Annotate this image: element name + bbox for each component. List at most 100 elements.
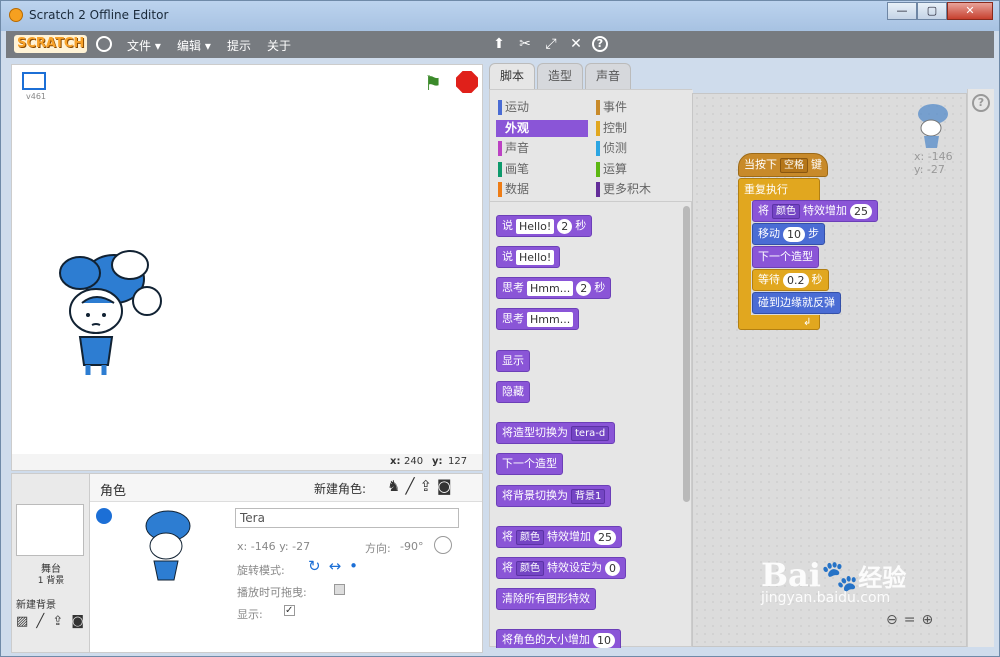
paw-icon: 🐾 (820, 559, 859, 594)
block-say[interactable]: 说 Hello! (496, 246, 561, 268)
block-clear-effects[interactable]: 清除所有图形特效 (496, 588, 596, 610)
menu-bar: SCRATCH 文件 ▾ 编辑 ▾ 提示 关于 ⬆ ✂ ⤢ ✕ ? (6, 31, 994, 58)
category-data[interactable]: 数据 (496, 181, 588, 198)
block-say-for-secs[interactable]: 说 Hello! 2 秒 (496, 215, 593, 237)
category-motion[interactable]: 运动 (496, 99, 588, 116)
help-icon[interactable]: ? (592, 36, 608, 52)
category-list: 运动 事件 外观 控制 声音 侦测 画笔 运算 数据 更多积木 (490, 90, 693, 202)
block-set-effect[interactable]: 将颜色 特效设定为 0 (496, 557, 626, 579)
stage-canvas[interactable] (12, 101, 482, 454)
block-next-costume[interactable]: 下一个造型 (496, 453, 563, 475)
sprite-info: Tera x: -146 y: -27 方向: -90° 旋转模式: ↻↔• 播… (90, 502, 482, 652)
category-events[interactable]: 事件 (594, 99, 686, 116)
category-more-blocks[interactable]: 更多积木 (594, 181, 686, 198)
script-change-effect[interactable]: 将颜色 特效增加 25 (752, 200, 878, 222)
minimize-button[interactable]: — (887, 2, 917, 20)
sprite-y-readout: y: -27 (914, 163, 945, 176)
tab-sounds[interactable]: 声音 (585, 63, 631, 89)
new-sprite-icons[interactable]: ♞╱⇪◙ (387, 477, 457, 495)
sprite-corner-thumbnail (918, 104, 948, 148)
script-bounce[interactable]: 碰到边缘就反弹 (752, 292, 841, 314)
new-backdrop-icons[interactable]: ▨ ╱ ⇪ ◙ (16, 614, 86, 629)
category-looks[interactable]: 外观 (496, 120, 588, 137)
zoom-controls[interactable]: ⊖=⊕ (886, 612, 939, 628)
direction-value: -90° (400, 540, 424, 553)
rotation-style-label: 旋转模式: (237, 564, 285, 577)
category-control[interactable]: 控制 (594, 120, 686, 137)
block-switch-backdrop[interactable]: 将背景切换为 背景1 (496, 485, 612, 507)
script-next-costume[interactable]: 下一个造型 (752, 246, 819, 268)
language-globe-icon[interactable] (96, 36, 112, 52)
sprite-thumbnail[interactable] (134, 506, 204, 592)
category-operators[interactable]: 运算 (594, 161, 686, 178)
sprite-panel: 舞台 1 背景 新建背景 ▨ ╱ ⇪ ◙ 角色 新建角色: ♞╱⇪◙ Tera … (11, 473, 483, 653)
delete-scissors-icon[interactable]: ✂ (516, 35, 534, 53)
version-label: v461 (26, 92, 47, 101)
block-show[interactable]: 显示 (496, 350, 530, 372)
back-arrow-icon[interactable] (96, 508, 112, 524)
stop-sign-icon[interactable] (456, 71, 478, 93)
app-window: Scratch 2 Offline Editor — ▢ ✕ SCRATCH 文… (0, 0, 1000, 657)
script-when-key-pressed[interactable]: 当按下 空格键 (738, 153, 828, 177)
scratch-cat-icon (9, 8, 23, 22)
window-title: Scratch 2 Offline Editor (29, 8, 169, 22)
help-strip: ? (967, 89, 994, 647)
duplicate-stamp-icon[interactable]: ⬆ (490, 35, 508, 53)
mouse-coordinates: x: 240 y: 127 (12, 454, 482, 470)
looks-blocks: 说 Hello! 2 秒 说 Hello! 思考 Hmm... 2 秒 思考 Hmm... 显示… (490, 203, 693, 648)
sprite-header: 角色 新建角色: ♞╱⇪◙ (90, 474, 482, 502)
new-backdrop-label: 新建背景 (16, 600, 56, 611)
draggable-checkbox[interactable] (334, 584, 345, 595)
shrink-icon[interactable]: ✕ (567, 35, 585, 53)
mouse-y: 127 (448, 456, 468, 467)
block-palette: 运动 事件 外观 控制 声音 侦测 画笔 运算 数据 更多积木 说 Hello! 2… (489, 89, 693, 648)
fullscreen-icon[interactable] (22, 72, 46, 90)
menu-file[interactable]: 文件 ▾ (127, 37, 161, 54)
category-sensing[interactable]: 侦测 (594, 140, 686, 157)
block-think-for-secs[interactable]: 思考 Hmm... 2 秒 (496, 277, 612, 299)
block-think[interactable]: 思考 Hmm... (496, 308, 580, 330)
editor-tabs: 脚本 造型 声音 (489, 63, 689, 91)
script-move-steps[interactable]: 移动 10 步 (752, 223, 825, 245)
stage-column: 舞台 1 背景 新建背景 ▨ ╱ ⇪ ◙ (12, 474, 90, 652)
script-wait[interactable]: 等待 0.2 秒 (752, 269, 829, 291)
tera-sprite[interactable] (52, 241, 172, 381)
close-button[interactable]: ✕ (947, 2, 993, 20)
draggable-label: 播放时可拖曳: (237, 586, 307, 599)
category-sound[interactable]: 声音 (496, 140, 588, 157)
scratch-logo[interactable]: SCRATCH (14, 35, 88, 53)
show-label: 显示: (237, 608, 263, 621)
category-pen[interactable]: 画笔 (496, 161, 588, 178)
menu-about[interactable]: 关于 (267, 37, 291, 54)
new-sprite-label: 新建角色: (314, 482, 367, 496)
show-checkbox[interactable]: ✓ (284, 605, 295, 616)
loop-arrow-icon: ↲ (803, 317, 812, 328)
help-icon[interactable]: ? (972, 94, 990, 112)
maximize-button[interactable]: ▢ (917, 2, 947, 20)
block-change-effect[interactable]: 将颜色 特效增加 25 (496, 526, 622, 548)
stage-thumbnail[interactable] (16, 504, 84, 556)
sprites-title: 角色 (100, 484, 127, 499)
block-hide[interactable]: 隐藏 (496, 381, 530, 403)
menu-edit[interactable]: 编辑 ▾ (177, 37, 211, 54)
stage-backdrop-count: 1 背景 (37, 576, 65, 586)
grow-icon[interactable]: ⤢ (542, 35, 560, 53)
stage-toolbar: v461 ⚑ (12, 65, 482, 101)
title-bar: Scratch 2 Offline Editor — ▢ ✕ (1, 1, 999, 31)
menu-tips[interactable]: 提示 (227, 37, 251, 54)
stage-area: v461 ⚑ x: 240 y: 127 (11, 64, 483, 471)
sprite-x-readout: x: -146 (914, 150, 953, 163)
mouse-x: 240 (404, 456, 424, 467)
sprite-name-input[interactable]: Tera (235, 508, 459, 528)
rotation-style-icons[interactable]: ↻↔• (308, 557, 366, 575)
palette-scrollbar[interactable] (683, 206, 690, 502)
sprite-position: x: -146 y: -27 (237, 540, 311, 553)
direction-label: 方向: (365, 542, 391, 555)
tab-scripts[interactable]: 脚本 (489, 63, 535, 91)
baidu-watermark: Bai🐾经验 jingyan.baidu.com (761, 556, 907, 606)
block-change-size[interactable]: 将角色的大小增加 10 (496, 629, 621, 648)
green-flag-icon[interactable]: ⚑ (424, 71, 442, 95)
direction-dial[interactable] (434, 536, 452, 554)
tab-costumes[interactable]: 造型 (537, 63, 583, 89)
block-switch-costume[interactable]: 将造型切换为 tera-d (496, 422, 616, 444)
